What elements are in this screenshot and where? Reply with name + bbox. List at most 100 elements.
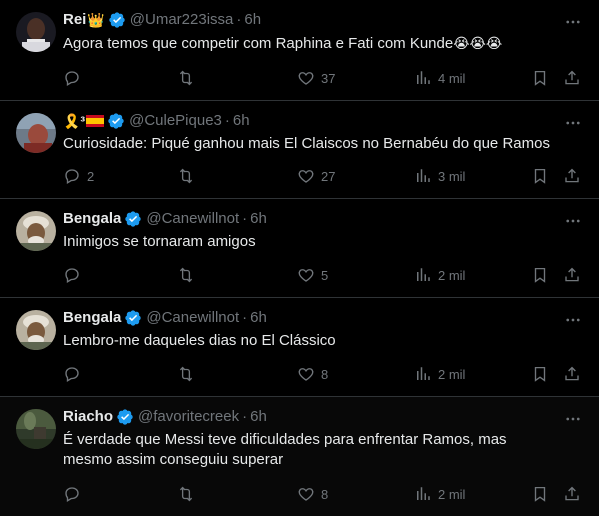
separator-dot: · — [242, 408, 248, 425]
display-name[interactable]: Bengala — [63, 209, 121, 229]
more-icon[interactable] — [563, 113, 583, 133]
avatar[interactable] — [16, 409, 56, 449]
tweet-text: É verdade que Messi teve dificuldades pa… — [63, 431, 507, 468]
verified-badge-icon[interactable] — [124, 309, 142, 327]
bookmark-icon — [534, 486, 546, 502]
separator-dot: · — [242, 210, 248, 227]
more-icon[interactable] — [563, 211, 583, 231]
share-button[interactable] — [563, 364, 581, 384]
tweet-actions: 37 4 mil — [63, 68, 587, 88]
tweet-text: Lembro-me daqueles dias no El Clássico — [63, 332, 336, 349]
reply-icon — [65, 268, 79, 283]
bookmark-button[interactable] — [531, 364, 549, 384]
reply-icon — [65, 169, 79, 184]
share-button[interactable] — [563, 166, 581, 186]
share-icon — [565, 366, 579, 381]
share-button[interactable] — [563, 265, 581, 285]
retweet-icon — [179, 168, 193, 184]
views-icon — [417, 367, 430, 380]
like-button[interactable]: 8 — [297, 364, 328, 384]
tweet-actions: 2 27 3 mil — [63, 166, 587, 186]
display-name[interactable]: Bengala — [63, 308, 121, 328]
more-icon[interactable] — [563, 310, 583, 330]
handle[interactable]: @Umar223issa — [130, 10, 234, 30]
display-name[interactable]: 🎗️³ — [63, 111, 85, 131]
reply-count: 2 — [87, 168, 95, 184]
like-button[interactable]: 27 — [297, 166, 335, 186]
handle[interactable]: @CulePique3 — [129, 111, 222, 131]
timestamp[interactable]: 6h — [233, 111, 250, 131]
heart-icon — [298, 170, 314, 183]
tweet[interactable]: Rei 👑 @Umar223issa · 6h Agora temos que … — [0, 0, 599, 101]
more-icon[interactable] — [563, 12, 583, 32]
display-name[interactable]: Rei — [63, 10, 86, 30]
retweet-button[interactable] — [177, 484, 201, 504]
spain-flag-icon — [86, 115, 105, 127]
more-icon[interactable] — [563, 409, 583, 429]
view-count: 4 mil — [438, 70, 466, 86]
avatar[interactable] — [16, 211, 56, 251]
tweet[interactable]: Bengala @Canewillnot · 6h Inimigos se to… — [0, 199, 599, 298]
handle[interactable]: @Canewillnot — [146, 209, 239, 229]
reply-button[interactable] — [63, 364, 87, 384]
view-count: 2 mil — [438, 366, 466, 382]
tweet-text: Agora temos que competir com Raphina e F… — [63, 33, 583, 54]
views-button[interactable]: 2 mil — [414, 484, 465, 504]
verified-badge-icon[interactable] — [124, 210, 142, 228]
views-button[interactable]: 2 mil — [414, 364, 465, 384]
reply-button[interactable] — [63, 484, 87, 504]
bookmark-button[interactable] — [531, 484, 549, 504]
tweet-header: Bengala @Canewillnot · 6h — [63, 308, 583, 328]
bookmark-button[interactable] — [531, 68, 549, 88]
retweet-button[interactable] — [177, 364, 201, 384]
retweet-button[interactable] — [177, 68, 201, 88]
views-button[interactable]: 3 mil — [414, 166, 465, 186]
share-icon — [565, 70, 579, 85]
tweet-text-body: Agora temos que competir com Raphina e F… — [63, 35, 454, 52]
view-count: 2 mil — [438, 267, 466, 283]
avatar[interactable] — [16, 113, 56, 153]
reply-icon — [65, 71, 79, 86]
tweet[interactable]: Bengala @Canewillnot · 6h Lembro-me daqu… — [0, 298, 599, 397]
avatar-image — [16, 113, 56, 153]
avatar[interactable] — [16, 310, 56, 350]
retweet-button[interactable] — [177, 166, 201, 186]
share-button[interactable] — [563, 68, 581, 88]
heart-icon — [298, 72, 314, 85]
heart-icon — [298, 368, 314, 381]
retweet-button[interactable] — [177, 265, 201, 285]
like-count: 5 — [321, 267, 329, 283]
verified-badge-icon[interactable] — [116, 408, 134, 426]
timestamp[interactable]: 6h — [250, 407, 267, 427]
views-icon — [417, 487, 430, 500]
verified-badge-icon[interactable] — [108, 11, 126, 29]
avatar[interactable] — [16, 12, 56, 52]
verified-badge-icon[interactable] — [107, 112, 125, 130]
reply-button[interactable] — [63, 68, 87, 88]
share-button[interactable] — [563, 484, 581, 504]
bookmark-button[interactable] — [531, 166, 549, 186]
like-count: 8 — [321, 486, 329, 502]
reply-button[interactable]: 2 — [63, 166, 94, 186]
views-button[interactable]: 4 mil — [414, 68, 465, 88]
tweet[interactable]: 🎗️³ @CulePique3 · 6h Curiosidade: Piqué … — [0, 101, 599, 199]
heart-icon — [298, 488, 314, 501]
tweet-header: Rei 👑 @Umar223issa · 6h — [63, 10, 583, 30]
timestamp[interactable]: 6h — [244, 10, 261, 30]
tweet-text: Curiosidade: Piqué ganhou mais El Claisc… — [63, 135, 550, 152]
tweet-actions: 8 2 mil — [63, 364, 587, 384]
avatar-image — [16, 310, 56, 350]
tweet[interactable]: Riacho @favoritecreek · 6h É verdade que… — [0, 397, 599, 516]
timestamp[interactable]: 6h — [250, 308, 267, 328]
like-button[interactable]: 37 — [297, 68, 335, 88]
display-name[interactable]: Riacho — [63, 407, 113, 427]
like-button[interactable]: 5 — [297, 265, 328, 285]
like-button[interactable]: 8 — [297, 484, 328, 504]
views-button[interactable]: 2 mil — [414, 265, 465, 285]
bookmark-button[interactable] — [531, 265, 549, 285]
handle[interactable]: @favoritecreek — [138, 407, 239, 427]
share-icon — [565, 486, 579, 501]
timestamp[interactable]: 6h — [250, 209, 267, 229]
handle[interactable]: @Canewillnot — [146, 308, 239, 328]
reply-button[interactable] — [63, 265, 87, 285]
